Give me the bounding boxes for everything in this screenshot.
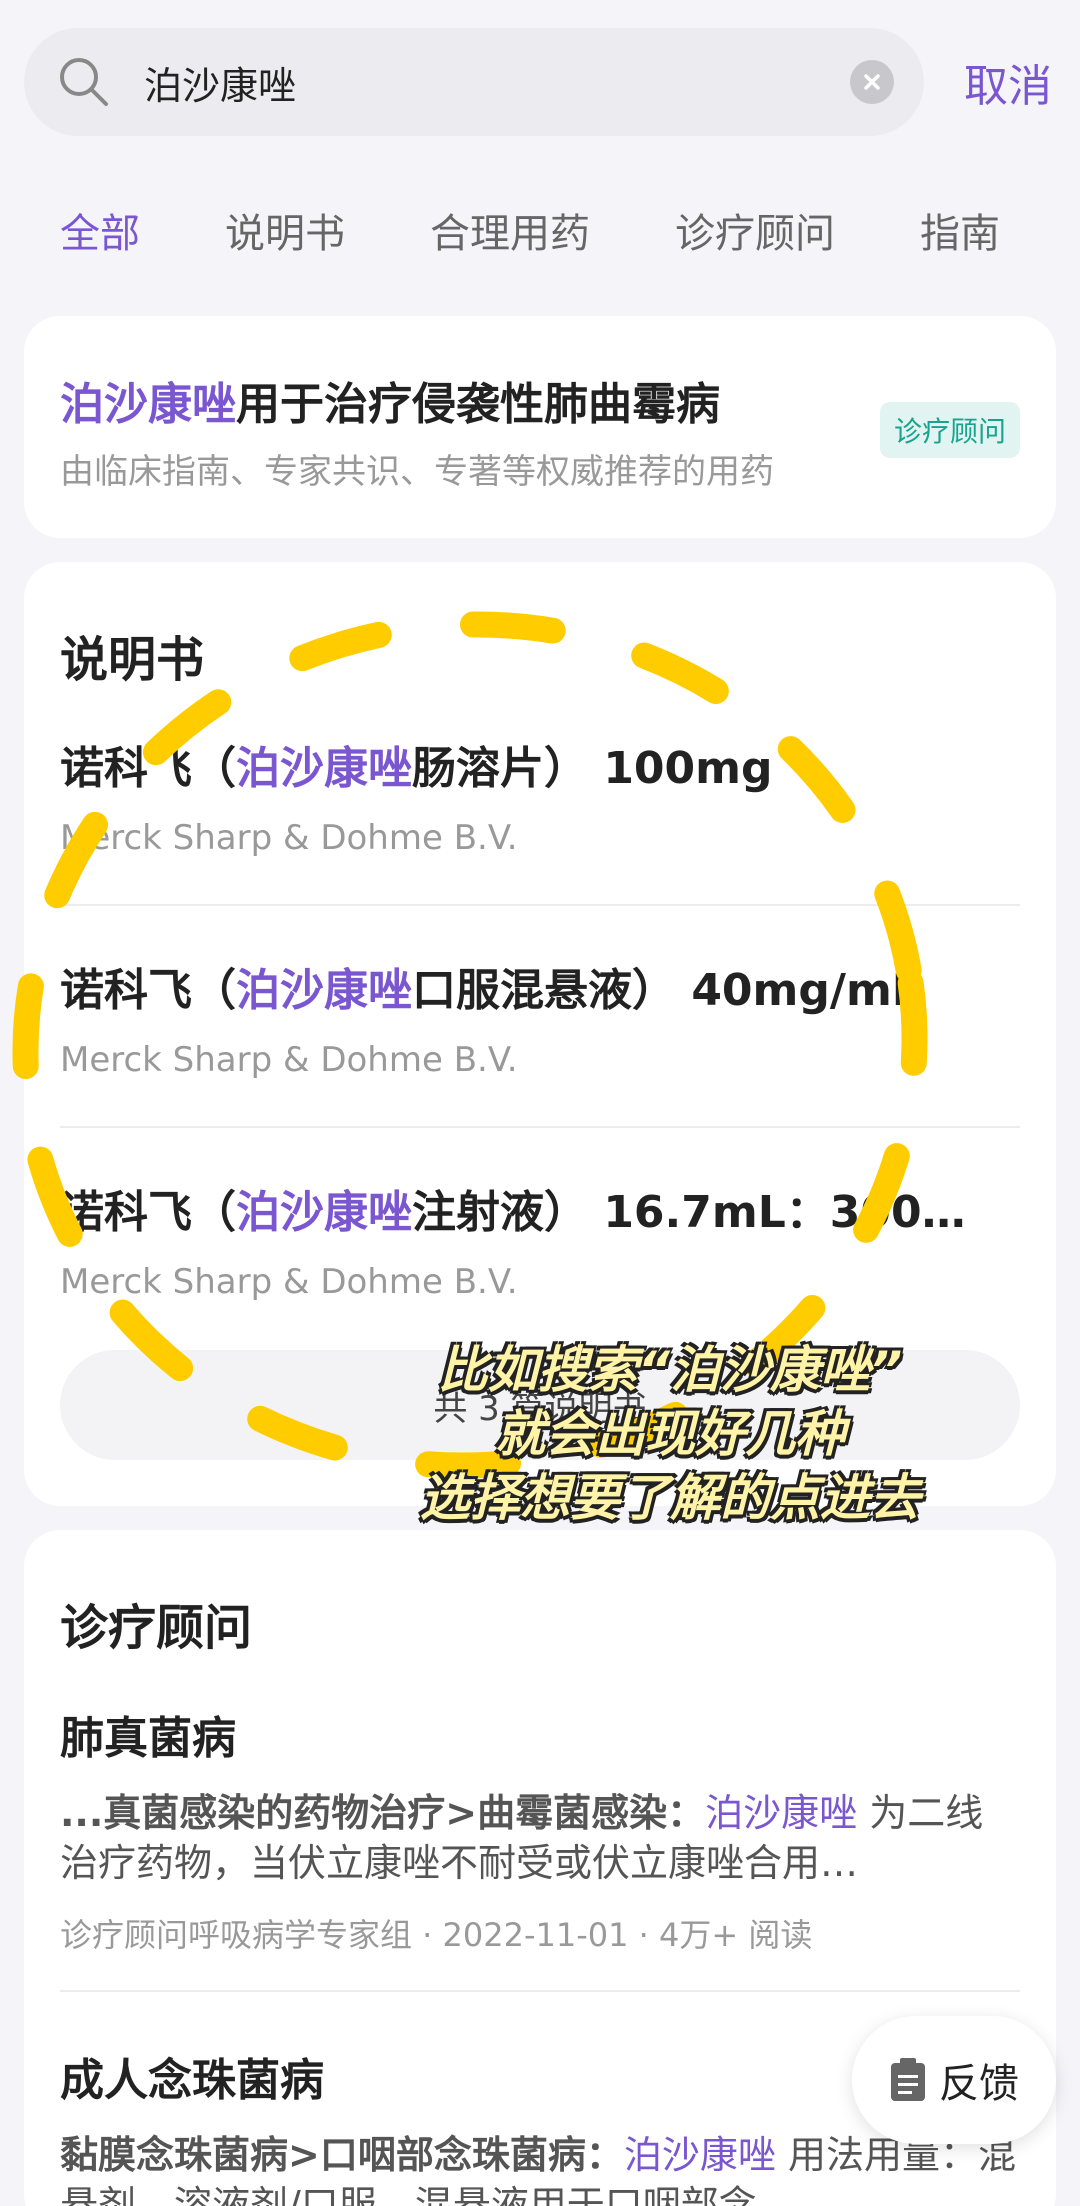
recommendation-subtitle: 由临床指南、专家共识、专著等权威推荐的用药	[60, 452, 774, 492]
tab-clinical-advisor[interactable]: 诊疗顾问	[675, 201, 835, 259]
drug-title: 诺科飞（泊沙康唑注射液） 16.7mL：300…	[60, 1187, 966, 1238]
list-item[interactable]: 肺真菌病 ...真菌感染的药物治疗>曲霉菌感染：泊沙康唑 为二线治疗药物，当伏立…	[60, 1702, 1020, 1956]
consult-snippet: ...真菌感染的药物治疗>曲霉菌感染：泊沙康唑 为二线治疗药物，当伏立康唑不耐受…	[60, 1791, 984, 1885]
search-icon	[60, 58, 108, 106]
search-results-page: 取消 全部 说明书 合理用药 诊疗顾问 指南 泊沙康唑用于治疗侵袭性肺曲霉病 由…	[0, 0, 1080, 2206]
feedback-button[interactable]: 反馈	[852, 2016, 1056, 2144]
recommendation-title: 泊沙康唑用于治疗侵袭性肺曲霉病	[60, 379, 720, 430]
caption-line: 比如搜索“泊沙康唑”	[437, 1341, 903, 1399]
tab-manual[interactable]: 说明书	[225, 201, 345, 259]
drug-company: Merck Sharp & Dohme B.V.	[60, 818, 518, 858]
search-input[interactable]	[144, 60, 850, 104]
consult-snippet: 黏膜念珠菌病>口咽部念珠菌病：泊沙康唑 用法用量：混悬剂、溶液剂/口服，混悬液用…	[60, 2133, 1016, 2206]
caption-line: 就会出现好几种	[495, 1405, 845, 1463]
consult-meta: 诊疗顾问呼吸病学专家组 · 2022-11-01 · 4万+ 阅读	[60, 1916, 813, 1954]
section-title-consult: 诊疗顾问	[60, 1600, 253, 1656]
divider	[60, 904, 1020, 906]
search-bar[interactable]	[24, 28, 924, 136]
status-badge: 诊疗顾问	[879, 402, 1020, 458]
drug-company: Merck Sharp & Dohme B.V.	[60, 1040, 518, 1080]
clear-icon[interactable]	[850, 60, 894, 104]
divider	[60, 1126, 1020, 1128]
list-item[interactable]: 诺科飞（泊沙康唑注射液） 16.7mL：300… Merck Sharp & D…	[60, 1176, 1020, 1302]
drug-company: Merck Sharp & Dohme B.V.	[60, 1262, 518, 1302]
drug-title: 诺科飞（泊沙康唑口服混悬液） 40mg/mL	[60, 965, 920, 1016]
caption-line: 选择想要了解的点进去	[420, 1469, 920, 1527]
consult-title: 肺真菌病	[60, 1713, 236, 1764]
tab-rational-drug-use[interactable]: 合理用药	[430, 201, 590, 259]
recommendation-card[interactable]: 泊沙康唑用于治疗侵袭性肺曲霉病 由临床指南、专家共识、专著等权威推荐的用药 诊疗…	[24, 316, 1056, 538]
section-title-manual: 说明书	[60, 632, 205, 688]
list-item[interactable]: 诺科飞（泊沙康唑口服混悬液） 40mg/mL Merck Sharp & Doh…	[60, 954, 1020, 1080]
cancel-button[interactable]: 取消	[964, 50, 1052, 114]
tab-all[interactable]: 全部	[60, 201, 140, 259]
list-item[interactable]: 诺科飞（泊沙康唑肠溶片） 100mg Merck Sharp & Dohme B…	[60, 732, 1020, 858]
feedback-label: 反馈	[939, 2061, 1019, 2107]
drug-title: 诺科飞（泊沙康唑肠溶片） 100mg	[60, 743, 773, 794]
category-tabs: 全部 说明书 合理用药 诊疗顾问 指南	[0, 190, 1080, 270]
divider	[60, 1990, 1020, 1992]
clipboard-icon	[891, 2058, 925, 2101]
tab-guidelines[interactable]: 指南	[920, 201, 1000, 259]
